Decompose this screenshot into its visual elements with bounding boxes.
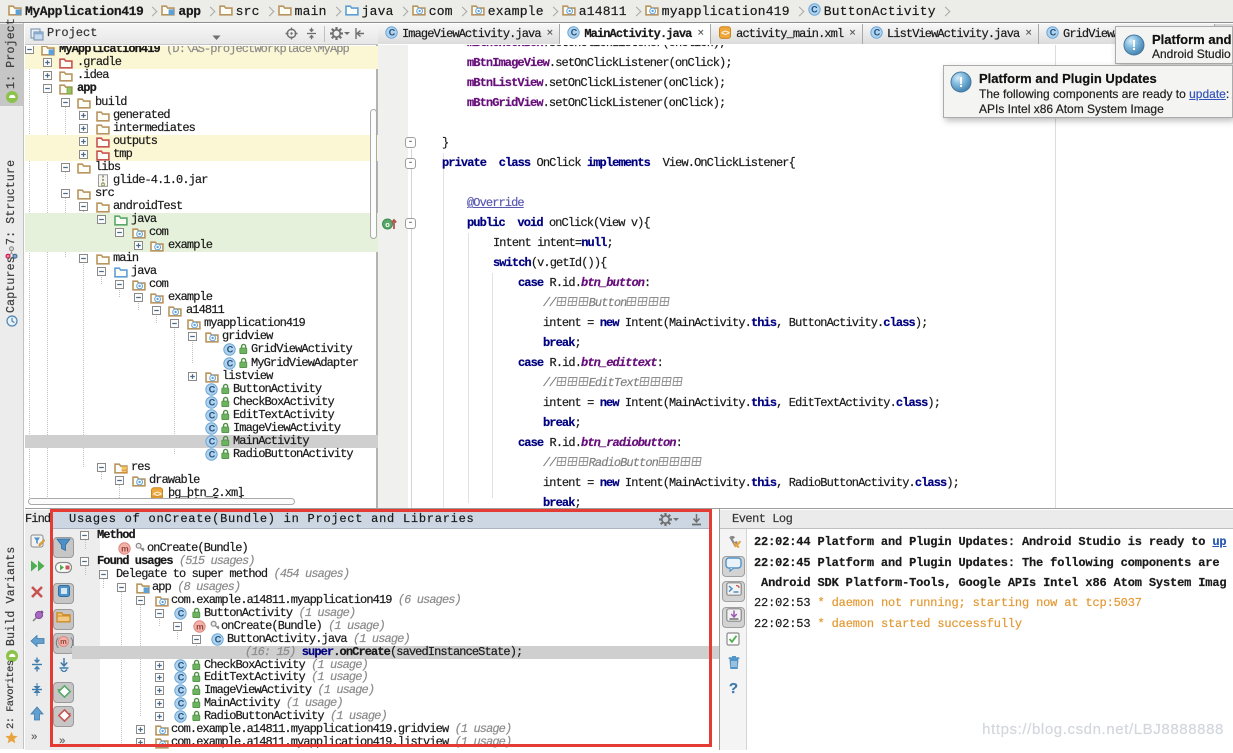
svg-text:C: C: [811, 4, 818, 14]
svg-text:!: !: [1132, 38, 1137, 54]
svg-text:!: !: [959, 75, 964, 91]
svg-text:<>: <>: [721, 29, 730, 38]
svg-text:o: o: [385, 220, 390, 229]
